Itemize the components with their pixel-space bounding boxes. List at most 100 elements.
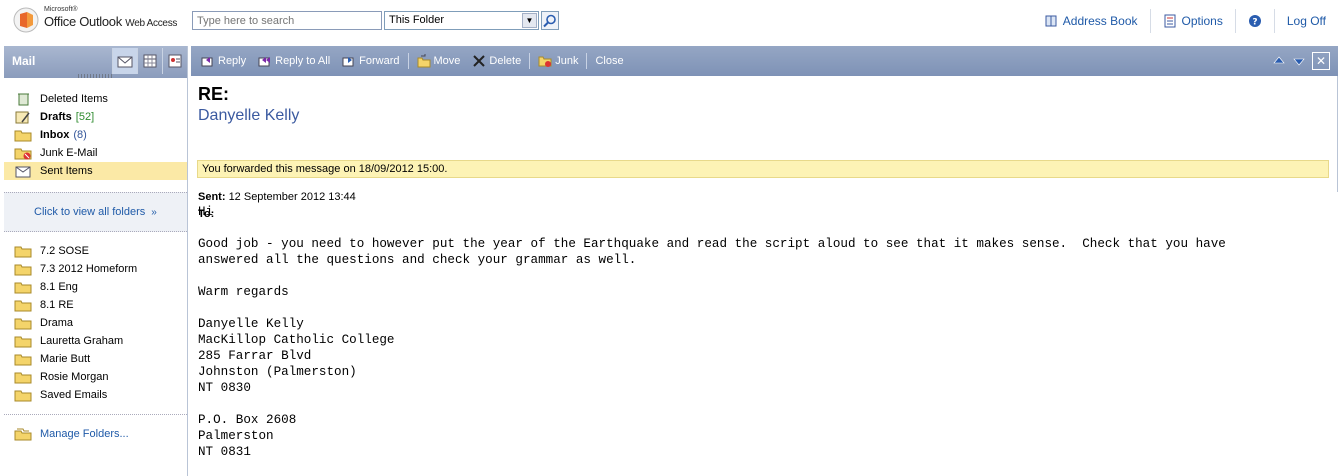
- close-label: Close: [595, 55, 624, 67]
- folder-item[interactable]: Marie Butt: [4, 350, 187, 368]
- search-scope-select[interactable]: This Folder ▼: [384, 11, 539, 30]
- manage-folders-section: Manage Folders...: [4, 414, 187, 443]
- double-chevron-down-icon: »: [151, 206, 157, 218]
- forwarded-info-bar: You forwarded this message on 18/09/2012…: [197, 160, 1329, 178]
- sent-field: Sent: 12 September 2012 13:44: [198, 191, 356, 203]
- top-links: Address Book Options ? Log Off: [1032, 8, 1338, 34]
- delete-button[interactable]: Delete: [466, 50, 527, 72]
- top-bar: Microsoft® Office Outlook Web Access Thi…: [0, 0, 1338, 44]
- help-link[interactable]: ?: [1234, 9, 1274, 33]
- nav-title: Mail: [12, 54, 36, 68]
- chevron-down-icon[interactable]: ▼: [522, 13, 537, 28]
- folder-label: Inbox: [40, 129, 70, 141]
- folder-sent-items[interactable]: Sent Items: [4, 162, 187, 180]
- toolbar-separator: [529, 53, 531, 69]
- message-sender[interactable]: Danyelle Kelly: [198, 107, 299, 125]
- folder-count: (8): [73, 129, 87, 141]
- forward-label: Forward: [359, 55, 400, 67]
- folder-item[interactable]: 7.2 SOSE: [4, 242, 187, 260]
- folder-label: Marie Butt: [40, 353, 91, 365]
- folder-icon: [14, 336, 32, 348]
- message-subject: RE:: [198, 84, 229, 104]
- folder-item[interactable]: Drama: [4, 314, 187, 332]
- office-logo-icon: [13, 7, 39, 33]
- move-label: Move: [433, 55, 461, 67]
- microsoft-label: Microsoft®: [44, 6, 78, 13]
- folder-icon: [14, 300, 32, 312]
- sent-label: Sent:: [198, 191, 226, 203]
- close-icon[interactable]: ✕: [1312, 52, 1330, 70]
- folder-junk-email[interactable]: Junk E-Mail: [4, 144, 187, 162]
- message-toolbar: Reply Reply to All Forward Move Delete J…: [191, 46, 1338, 76]
- folder-icon: [14, 390, 32, 402]
- delete-label: Delete: [489, 55, 522, 67]
- address-book-label: Address Book: [1062, 14, 1138, 28]
- forward-button[interactable]: Forward: [336, 50, 405, 72]
- forward-icon: [342, 57, 354, 67]
- folder-label: Junk E-Mail: [40, 147, 98, 159]
- folder-label: Deleted Items: [40, 93, 108, 105]
- folder-count: [52]: [75, 111, 95, 123]
- search-input[interactable]: [192, 11, 382, 30]
- folder-inbox[interactable]: Inbox (8): [4, 126, 187, 144]
- search-button[interactable]: [541, 11, 559, 30]
- address-book-link[interactable]: Address Book: [1032, 9, 1150, 33]
- folder-icon: [14, 264, 32, 276]
- contacts-icon: [168, 54, 182, 68]
- folder-deleted-items[interactable]: Deleted Items: [4, 90, 187, 108]
- folder-label: Sent Items: [40, 165, 93, 177]
- contacts-module-button[interactable]: [162, 48, 187, 74]
- product-name: Office Outlook Web Access: [44, 14, 177, 29]
- folder-icon: [14, 246, 32, 258]
- folder-icon: [14, 354, 32, 366]
- reply-all-button[interactable]: Reply to All: [252, 50, 336, 72]
- previous-item-icon[interactable]: [1272, 54, 1286, 68]
- folder-drafts[interactable]: Drafts [52]: [4, 108, 187, 126]
- nav-header: Mail: [4, 46, 187, 78]
- view-all-label: Click to view all folders: [34, 206, 146, 218]
- options-icon: [1164, 14, 1175, 28]
- folder-label: Saved Emails: [40, 389, 108, 401]
- folder-label: 7.2 SOSE: [40, 245, 89, 257]
- mail-module-button[interactable]: [112, 48, 137, 74]
- folder-icon: [14, 318, 32, 330]
- sent-items-icon: [15, 166, 31, 178]
- move-button[interactable]: Move: [411, 50, 467, 72]
- log-off-link[interactable]: Log Off: [1273, 9, 1338, 33]
- folder-item[interactable]: 7.3 2012 Homeform: [4, 260, 187, 278]
- folder-item[interactable]: 8.1 Eng: [4, 278, 187, 296]
- toolbar-separator: [586, 53, 588, 69]
- folder-icon: [14, 282, 32, 294]
- address-book-icon: [1045, 15, 1057, 27]
- reply-button[interactable]: Reply: [195, 50, 252, 72]
- options-link[interactable]: Options: [1149, 9, 1235, 33]
- next-item-icon[interactable]: [1292, 54, 1306, 68]
- manage-folders-icon: [14, 428, 32, 441]
- log-off-label: Log Off: [1286, 14, 1326, 28]
- reply-all-label: Reply to All: [275, 55, 331, 67]
- folder-item[interactable]: Saved Emails: [4, 386, 187, 404]
- close-button[interactable]: Close: [589, 50, 629, 72]
- search-icon: [543, 14, 556, 28]
- folder-label: 8.1 RE: [40, 299, 74, 311]
- junk-button[interactable]: Junk: [532, 50, 584, 72]
- folder-label: Drafts: [40, 111, 72, 123]
- reply-icon: [201, 57, 213, 67]
- folder-label: Rosie Morgan: [40, 371, 109, 383]
- reading-pane: Reply Reply to All Forward Move Delete J…: [191, 46, 1338, 476]
- folder-item[interactable]: 8.1 RE: [4, 296, 187, 314]
- folder-item[interactable]: Lauretta Graham: [4, 332, 187, 350]
- message-header: RE: Danyelle Kelly You forwarded this me…: [191, 76, 1338, 220]
- reply-label: Reply: [218, 55, 247, 67]
- calendar-module-button[interactable]: [137, 48, 162, 74]
- junk-icon: [14, 148, 32, 160]
- mail-icon: [117, 56, 133, 68]
- drafts-icon: [15, 111, 30, 124]
- search-scope-value: This Folder: [389, 14, 445, 26]
- nav-resize-grip[interactable]: [78, 74, 114, 78]
- folder-item[interactable]: Rosie Morgan: [4, 368, 187, 386]
- manage-folders-link[interactable]: Manage Folders...: [4, 425, 187, 443]
- custom-folders: 7.2 SOSE 7.3 2012 Homeform 8.1 Eng 8.1 R…: [4, 232, 187, 404]
- folder-label: Lauretta Graham: [40, 335, 124, 347]
- view-all-folders-link[interactable]: Click to view all folders »: [4, 192, 187, 232]
